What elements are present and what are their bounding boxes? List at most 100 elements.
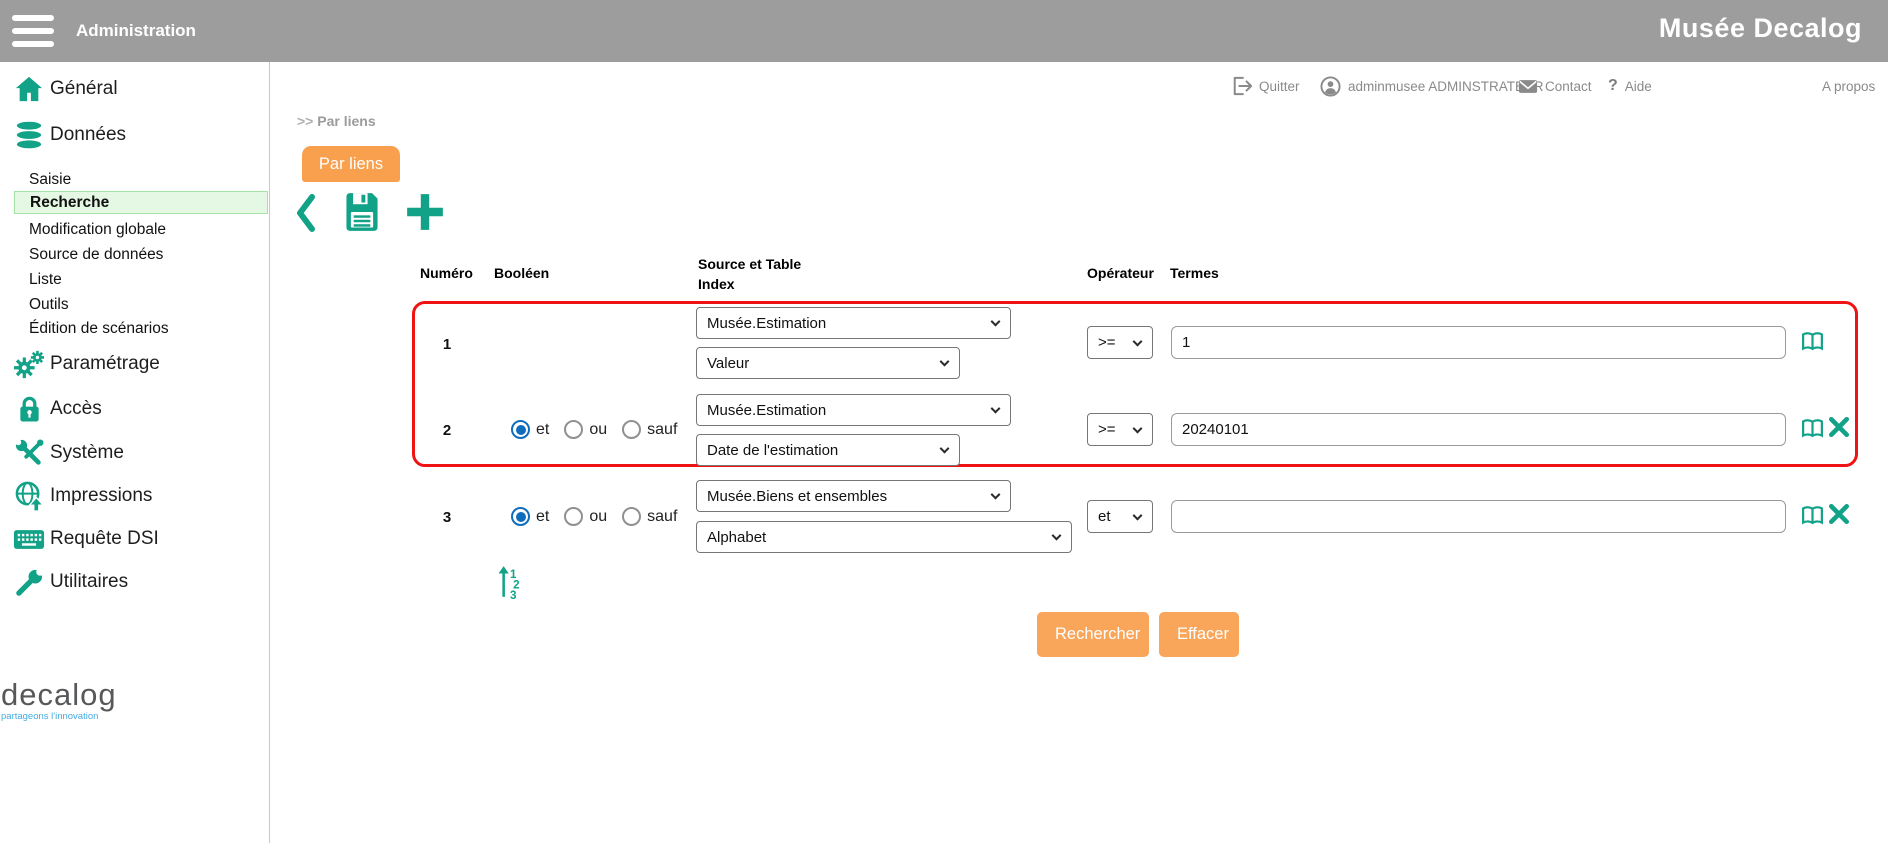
row2-delete-button[interactable] <box>1828 416 1850 438</box>
envelope-icon <box>1518 79 1538 94</box>
row3-delete-button[interactable] <box>1828 503 1850 525</box>
header-termes: Termes <box>1170 265 1219 282</box>
x-icon <box>1828 416 1850 438</box>
quitter-link[interactable]: Quitter <box>1232 75 1300 97</box>
administration-page: Administration Musée Decalog Général Don… <box>0 0 1888 843</box>
sidebar-item-impressions[interactable]: Impressions <box>0 480 270 512</box>
logout-icon <box>1232 76 1252 96</box>
home-icon <box>12 73 46 105</box>
book-icon <box>1800 505 1825 526</box>
header-operateur: Opérateur <box>1087 265 1154 282</box>
row3-browse-index-button[interactable] <box>1800 505 1825 526</box>
back-button[interactable] <box>294 194 318 237</box>
row2-source-select[interactable]: Musée.Estimation <box>696 394 1011 426</box>
sidebar-item-saisie[interactable]: Saisie <box>0 168 270 191</box>
row1-terms-input[interactable] <box>1171 326 1786 359</box>
row2-browse-index-button[interactable] <box>1800 418 1825 439</box>
chevron-down-icon <box>991 317 1001 327</box>
sidebar-item-acces[interactable]: Accès <box>0 393 270 425</box>
chevron-down-icon <box>1052 531 1062 541</box>
row1-operator-select[interactable]: >= <box>1087 326 1153 359</box>
app-title: Administration <box>76 21 196 41</box>
add-row-button[interactable] <box>404 190 446 239</box>
numeric-sort-icon: 1 2 3 <box>496 564 524 600</box>
row3-boolean-group: et ou sauf <box>511 507 692 526</box>
apropos-link[interactable]: A propos <box>1822 75 1875 97</box>
row2-boolean-group: et ou sauf <box>511 420 692 439</box>
row3-radio-ou[interactable] <box>564 507 583 526</box>
row2-index-select[interactable]: Date de l'estimation <box>696 434 960 466</box>
row3-operator-select[interactable]: et <box>1087 500 1153 533</box>
row2-radio-ou[interactable] <box>564 420 583 439</box>
contact-link[interactable]: Contact <box>1518 75 1592 97</box>
row2-operator-select[interactable]: >= <box>1087 413 1153 446</box>
row2-radio-et[interactable] <box>511 420 530 439</box>
tab-par-liens[interactable]: Par liens <box>302 146 400 182</box>
row3-index-select[interactable]: Alphabet <box>696 521 1072 553</box>
row1-source-select[interactable]: Musée.Estimation <box>696 307 1011 339</box>
chevron-down-icon <box>940 444 950 454</box>
row2-terms-input[interactable] <box>1171 413 1786 446</box>
top-bar: Administration Musée Decalog <box>0 0 1888 62</box>
book-icon <box>1800 331 1825 352</box>
lock-icon <box>12 393 46 425</box>
row3-numero: 3 <box>427 509 467 526</box>
chevron-down-icon <box>1133 510 1143 520</box>
rechercher-button[interactable]: Rechercher <box>1037 612 1149 657</box>
breadcrumb: >> Par liens <box>297 113 376 129</box>
row1-index-select[interactable]: Valeur <box>696 347 960 379</box>
chevron-down-icon <box>1133 423 1143 433</box>
globe-arrow-icon <box>12 480 46 512</box>
row3-terms-input[interactable] <box>1171 500 1786 533</box>
question-mark-icon: ? <box>1608 77 1618 95</box>
sidebar-item-edition-de-scenarios[interactable]: Édition de scénarios <box>0 317 270 340</box>
chevron-down-icon <box>991 404 1001 414</box>
hamburger-menu-icon[interactable] <box>12 15 54 47</box>
save-button[interactable] <box>344 192 380 237</box>
effacer-button[interactable]: Effacer <box>1159 612 1239 657</box>
row3-source-select[interactable]: Musée.Biens et ensembles <box>696 480 1011 512</box>
tools-icon <box>12 437 46 469</box>
plus-icon <box>404 221 446 238</box>
user-icon <box>1320 76 1341 97</box>
sidebar-item-systeme[interactable]: Système <box>0 437 270 469</box>
x-icon <box>1828 503 1850 525</box>
sidebar-item-source-de-donnees[interactable]: Source de données <box>0 243 270 266</box>
decalog-logo-text: decalog <box>1 677 117 713</box>
sidebar-item-utilitaires[interactable]: Utilitaires <box>0 566 270 598</box>
sidebar: Général Données Saisie Recherche Modific… <box>0 62 270 843</box>
sidebar-item-parametrage[interactable]: Paramétrage <box>0 348 270 380</box>
chevron-down-icon <box>1133 336 1143 346</box>
database-icon <box>12 119 46 151</box>
aide-link[interactable]: ? Aide <box>1608 75 1652 97</box>
svg-text:3: 3 <box>510 589 517 600</box>
user-account-link[interactable]: adminmusee ADMINSTRATEUR <box>1320 75 1544 97</box>
chevron-down-icon <box>991 490 1001 500</box>
sidebar-item-outils[interactable]: Outils <box>0 293 270 316</box>
book-icon <box>1800 418 1825 439</box>
header-source-et-table: Source et Table <box>698 256 801 273</box>
header-booleen: Booléen <box>494 265 549 282</box>
brand-title: Musée Decalog <box>1659 13 1862 44</box>
sidebar-item-donnees[interactable]: Données <box>0 119 270 151</box>
row3-radio-sauf[interactable] <box>622 507 641 526</box>
keyboard-icon <box>12 523 46 555</box>
sidebar-item-liste[interactable]: Liste <box>0 268 270 291</box>
chevron-left-icon <box>294 219 318 236</box>
row1-numero: 1 <box>427 336 467 353</box>
header-numero: Numéro <box>420 265 473 282</box>
row2-numero: 2 <box>427 422 467 439</box>
sidebar-item-general[interactable]: Général <box>0 73 270 105</box>
sidebar-item-requete-dsi[interactable]: Requête DSI <box>0 523 270 555</box>
row1-browse-index-button[interactable] <box>1800 331 1825 352</box>
sort-order-button[interactable]: 1 2 3 <box>496 564 524 600</box>
wrench-icon <box>12 566 46 598</box>
decalog-logo: decalog partageons l'innovation <box>1 677 117 722</box>
row2-radio-sauf[interactable] <box>622 420 641 439</box>
chevron-down-icon <box>940 357 950 367</box>
header-index: Index <box>698 276 735 293</box>
row3-radio-et[interactable] <box>511 507 530 526</box>
gears-icon <box>12 348 46 380</box>
sidebar-item-modification-globale[interactable]: Modification globale <box>0 218 270 241</box>
sidebar-item-recherche[interactable]: Recherche <box>14 191 268 214</box>
